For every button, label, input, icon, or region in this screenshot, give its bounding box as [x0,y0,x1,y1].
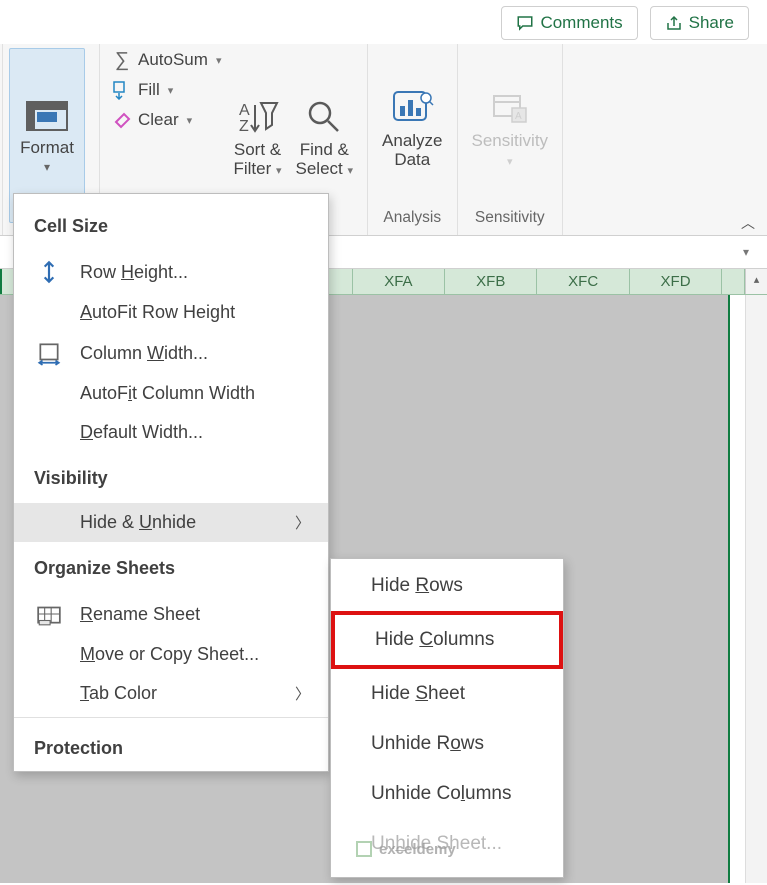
search-icon [302,97,346,137]
scroll-up-button[interactable]: ▴ [745,269,767,294]
analyze-data-button[interactable]: AnalyzeData [378,48,446,205]
menu-default-width[interactable]: Default Width... [14,413,328,452]
rename-sheet-icon [36,602,62,626]
hide-unhide-submenu: Hide Rows Hide Columns Hide Sheet Unhide… [330,558,564,878]
expand-formula-bar-icon[interactable]: ▾ [743,245,767,259]
svg-text:A: A [239,102,250,119]
submenu-unhide-rows[interactable]: Unhide Rows [331,719,563,769]
sensitivity-icon: A [488,88,532,128]
sensitivity-group-label: Sensitivity [468,205,553,233]
menu-autofit-column-width[interactable]: AutoFit Column Width [14,374,328,413]
chevron-down-icon: ▾ [168,84,174,97]
sigma-icon: ∑ [112,50,132,70]
watermark: exceldemy [355,840,456,858]
triangle-up-icon: ▴ [754,273,760,286]
autosum-button[interactable]: ∑ AutoSum ▾ [110,48,223,72]
svg-text:Z: Z [239,118,249,135]
menu-move-copy-sheet[interactable]: Move or Copy Sheet... [14,635,328,674]
chevron-down-icon: ▾ [44,160,50,174]
analysis-group-label: Analysis [378,205,446,233]
menu-rename-sheet[interactable]: Rename Sheet [14,593,328,635]
menu-column-width[interactable]: Column Width... [14,332,328,374]
submenu-hide-columns[interactable]: Hide Columns [331,611,563,669]
sort-filter-icon: AZ [235,97,279,137]
submenu-unhide-columns[interactable]: Unhide Columns [331,769,563,819]
watermark-icon [355,840,373,858]
comment-icon [516,14,534,32]
share-button[interactable]: Share [650,6,749,40]
menu-row-height[interactable]: Row Height... [14,251,328,293]
menu-hide-unhide[interactable]: Hide & Unhide 〉 [14,503,328,542]
eraser-icon [112,110,132,130]
menu-section-cell-size: Cell Size [14,200,328,251]
fill-button[interactable]: Fill ▾ [110,78,223,102]
chevron-right-icon: 〉 [295,683,310,704]
submenu-hide-rows[interactable]: Hide Rows [331,561,563,611]
comments-label: Comments [540,13,622,33]
column-header[interactable]: XFD [630,269,722,294]
format-label: Format [20,138,74,158]
vertical-scrollbar[interactable] [745,295,767,883]
collapse-ribbon-icon[interactable]: ︿ [741,213,755,233]
share-icon [665,14,683,32]
menu-tab-color[interactable]: Tab Color 〉 [14,674,328,713]
fill-down-icon [112,80,132,100]
row-height-icon [36,260,62,284]
menu-autofit-row-height[interactable]: AutoFit Row Height [14,293,328,332]
comments-button[interactable]: Comments [501,6,637,40]
menu-section-organize: Organize Sheets [14,542,328,593]
format-icon [25,98,69,134]
analyze-icon [390,88,434,128]
sensitivity-button: A Sensitivity▾ [468,48,553,205]
column-header[interactable]: XFC [537,269,629,294]
column-header[interactable]: XFA [353,269,445,294]
column-header[interactable]: XFB [445,269,537,294]
chevron-down-icon: ▾ [216,54,222,67]
clear-button[interactable]: Clear ▾ [110,108,223,132]
submenu-hide-sheet[interactable]: Hide Sheet [331,669,563,719]
column-width-icon [36,341,62,365]
chevron-right-icon: 〉 [295,512,310,533]
share-label: Share [689,13,734,33]
menu-section-protection: Protection [14,722,328,763]
svg-text:A: A [515,111,522,122]
format-dropdown: Cell Size Row Height... AutoFit Row Heig… [13,193,329,772]
chevron-down-icon: ▾ [187,114,193,127]
menu-section-visibility: Visibility [14,452,328,503]
column-header-end [722,269,745,294]
